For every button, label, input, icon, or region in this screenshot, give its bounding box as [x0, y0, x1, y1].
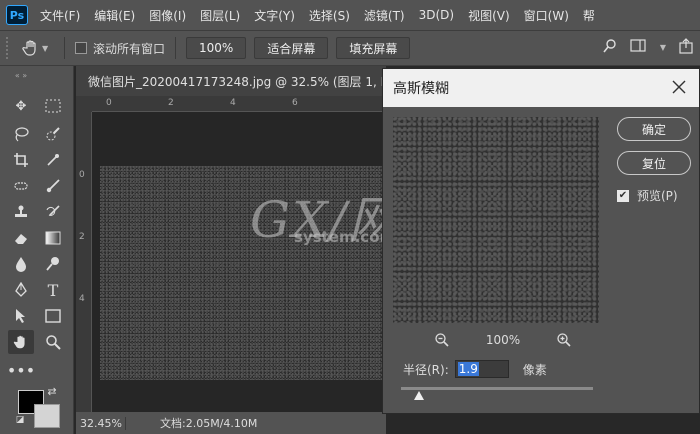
crop-tool-icon[interactable] [8, 148, 34, 172]
gaussian-blur-dialog: 高斯模糊 100% 半径(R): 1.9 像素 确定 复位 ✔ 预览(P) [382, 68, 700, 414]
eyedropper-tool-icon[interactable] [40, 148, 66, 172]
background-color-swatch[interactable] [34, 404, 60, 428]
divider [175, 37, 177, 59]
gradient-tool-icon[interactable] [40, 226, 66, 250]
move-tool-icon[interactable]: ✥ [8, 94, 34, 118]
menu-image[interactable]: 图像(I) [149, 7, 186, 24]
hand-tool-icon[interactable] [8, 330, 34, 354]
shape-tool-icon[interactable] [40, 304, 66, 328]
history-brush-tool-icon[interactable] [40, 200, 66, 224]
ruler-tick-label: 6 [292, 98, 298, 108]
dialog-title: 高斯模糊 [393, 81, 449, 97]
default-colors-icon[interactable]: ◪ [14, 414, 26, 426]
blur-tool-icon[interactable] [8, 252, 34, 276]
menu-edit[interactable]: 编辑(E) [94, 7, 135, 24]
eraser-tool-icon[interactable] [8, 226, 34, 250]
preview-zoom-controls: 100% [433, 329, 573, 351]
search-icon[interactable] [602, 38, 618, 57]
scroll-all-checkbox[interactable] [75, 42, 87, 54]
scroll-all-label: 滚动所有窗口 [93, 41, 166, 56]
tools-panel: « » ✥ T ••• ⇄ ◪ [0, 66, 74, 434]
menu-window[interactable]: 窗口(W) [524, 7, 569, 24]
workspace-icon[interactable] [630, 39, 648, 56]
hand-tool-preset-icon[interactable]: ▼ [20, 35, 54, 61]
swap-colors-icon[interactable]: ⇄ [44, 384, 60, 398]
lasso-tool-icon[interactable] [8, 122, 34, 146]
photoshop-window: Ps 文件(F) 编辑(E) 图像(I) 图层(L) 文字(Y) 选择(S) 滤… [0, 0, 700, 434]
radius-slider-track[interactable] [401, 387, 593, 390]
dodge-tool-icon[interactable] [40, 252, 66, 276]
menu-view[interactable]: 视图(V) [468, 7, 510, 24]
stamp-tool-icon[interactable] [8, 200, 34, 224]
document-tab[interactable]: 微信图片_20200417173248.jpg @ 32.5% (图层 1, R… [76, 66, 386, 96]
fill-screen-button[interactable]: 填充屏幕 [336, 37, 411, 59]
status-bar: 32.45% 文档:2.05M/4.10M [76, 412, 386, 434]
zoom-100-button[interactable]: 100% [186, 37, 247, 59]
zoom-level-status[interactable]: 32.45% [76, 416, 126, 430]
preview-zoom-value: 100% [485, 333, 521, 347]
ruler-tick-label: 4 [230, 98, 236, 108]
ruler-vertical[interactable]: 0 2 4 [76, 112, 92, 412]
ruler-horizontal[interactable]: 0 2 4 6 [92, 96, 384, 112]
zoom-out-icon[interactable] [433, 331, 451, 349]
zoom-tool-icon[interactable] [40, 330, 66, 354]
collapse-icon[interactable]: « » [8, 70, 34, 80]
reset-button[interactable]: 复位 [617, 151, 691, 175]
type-tool-icon[interactable]: T [40, 278, 66, 302]
menu-type[interactable]: 文字(Y) [254, 7, 295, 24]
menu-help[interactable]: 帮 [583, 7, 595, 24]
radius-input[interactable]: 1.9 [454, 360, 509, 378]
divider [64, 37, 65, 59]
radius-slider-thumb[interactable] [414, 391, 424, 400]
radius-row: 半径(R): 1.9 像素 [403, 359, 547, 379]
brush-tool-icon[interactable] [40, 174, 66, 198]
ruler-tick-label: 0 [79, 170, 85, 180]
ok-button[interactable]: 确定 [617, 117, 691, 141]
menu-select[interactable]: 选择(S) [309, 7, 350, 24]
dialog-title-bar[interactable]: 高斯模糊 [383, 69, 699, 107]
preview-label: 预览(P) [637, 189, 678, 203]
chevron-down-icon: ▼ [42, 43, 49, 53]
more-tools-icon[interactable]: ••• [7, 358, 35, 382]
radius-value[interactable]: 1.9 [457, 362, 479, 376]
zoom-in-icon[interactable] [555, 331, 573, 349]
preview-checkbox[interactable]: ✔ [617, 189, 629, 202]
radius-unit: 像素 [522, 362, 547, 377]
preview-checkbox-row[interactable]: ✔ 预览(P) [617, 187, 678, 204]
menu-filter[interactable]: 滤镜(T) [364, 7, 405, 24]
options-bar: ▼ 滚动所有窗口 100% 适合屏幕 填充屏幕 ▼ [0, 30, 700, 66]
ruler-tick-label: 0 [106, 98, 112, 108]
menu-file[interactable]: 文件(F) [40, 7, 80, 24]
options-grip[interactable] [6, 37, 12, 59]
close-icon[interactable] [671, 79, 687, 95]
watermark-domain-text: system.com [294, 228, 396, 246]
fit-screen-button[interactable]: 适合屏幕 [254, 37, 329, 59]
ruler-tick-label: 2 [79, 232, 85, 242]
quick-select-tool-icon[interactable] [40, 122, 66, 146]
menu-bar: Ps 文件(F) 编辑(E) 图像(I) 图层(L) 文字(Y) 选择(S) 滤… [0, 0, 700, 30]
menu-layer[interactable]: 图层(L) [200, 7, 240, 24]
path-select-tool-icon[interactable] [8, 304, 34, 328]
marquee-tool-icon[interactable] [40, 94, 66, 118]
ruler-tick-label: 2 [168, 98, 174, 108]
ruler-tick-label: 4 [79, 294, 85, 304]
radius-label: 半径(R): [403, 362, 449, 377]
ruler-corner [76, 96, 92, 112]
pen-tool-icon[interactable] [8, 278, 34, 302]
app-logo: Ps [6, 5, 28, 25]
options-right-group: ▼ [602, 38, 694, 57]
healing-tool-icon[interactable] [8, 174, 34, 198]
document-size-info[interactable]: 文档:2.05M/4.10M [160, 415, 257, 431]
chevron-down-icon[interactable]: ▼ [660, 43, 666, 52]
share-icon[interactable] [678, 38, 694, 57]
blur-preview-image[interactable] [393, 117, 599, 323]
menu-3d[interactable]: 3D(D) [419, 8, 454, 22]
